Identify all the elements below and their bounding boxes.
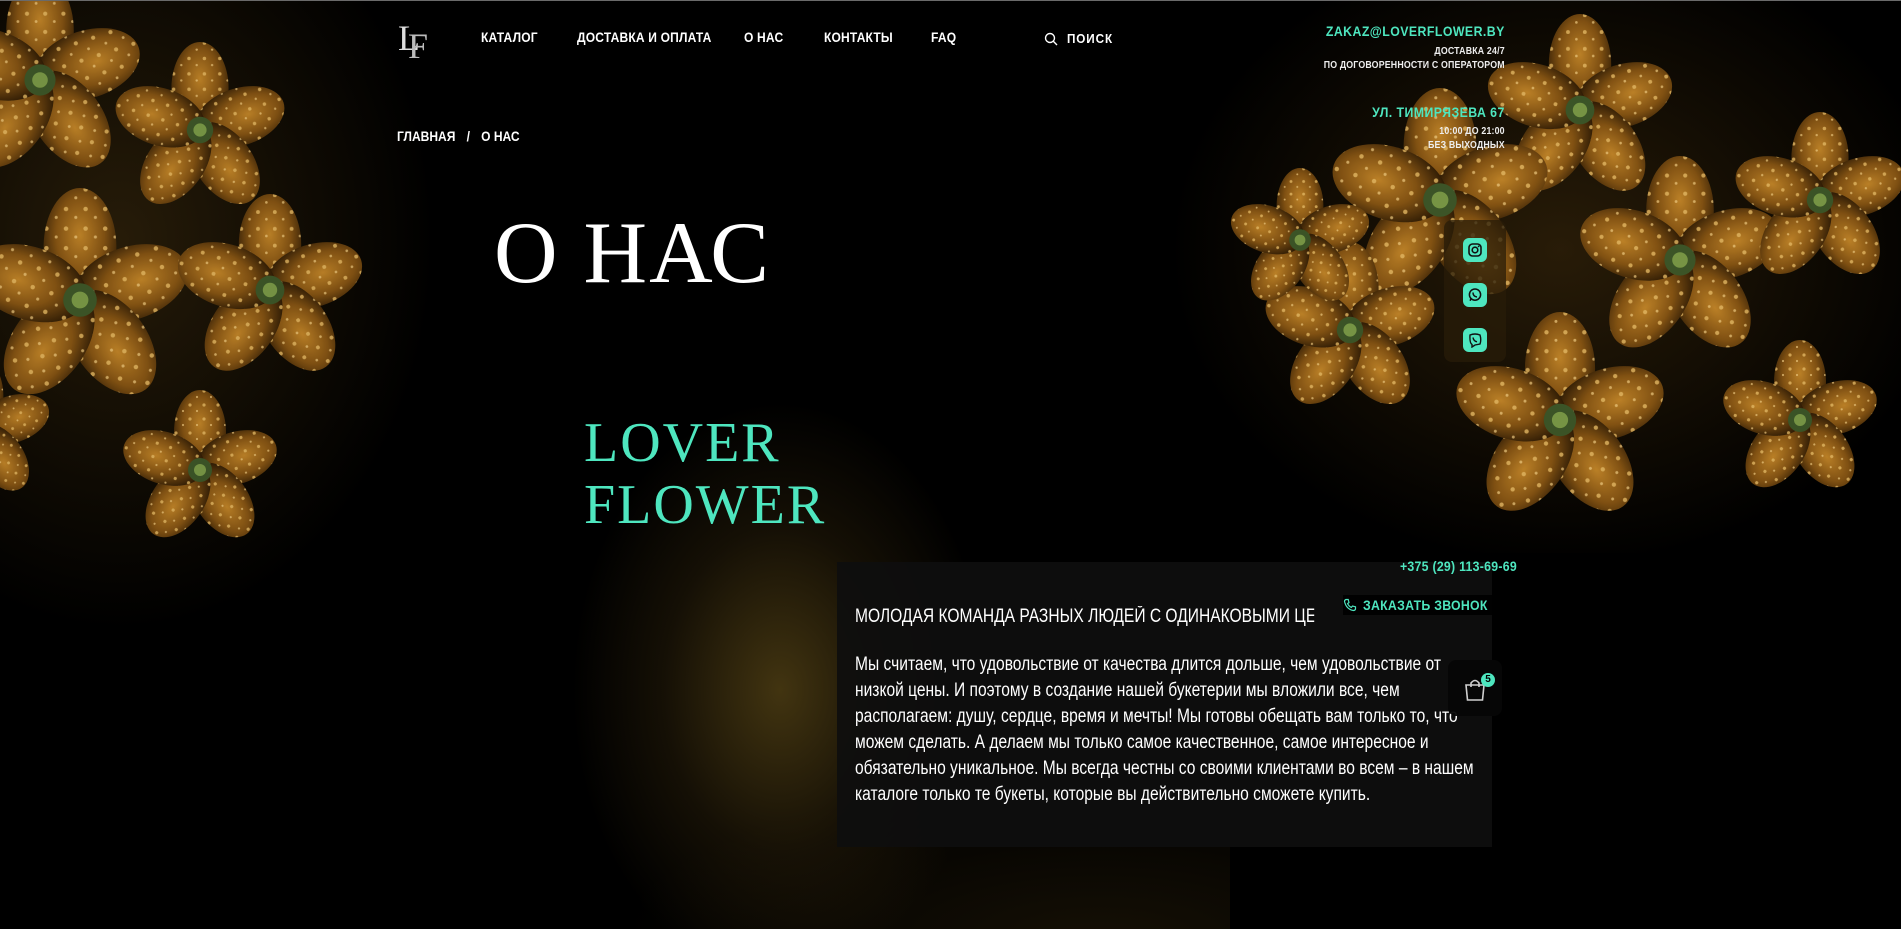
breadcrumb-separator: / (466, 128, 470, 144)
cart-button[interactable]: 5 (1448, 660, 1502, 716)
search-label: ПОИСК (1067, 31, 1114, 46)
nav-item-faq[interactable]: FAQ (931, 29, 956, 45)
nav-item-catalog[interactable]: КАТАЛОГ (481, 29, 538, 45)
phone-icon (1343, 598, 1357, 612)
contact-email-block: ZAKAZ@LOVERFLOWER.BY ДОСТАВКА 24/7 ПО ДО… (1299, 23, 1505, 73)
address[interactable]: УЛ. ТИМИРЯЗЕВА 67 (1372, 104, 1505, 120)
opening-hours: 10:00 ДО 21:00 (1439, 126, 1505, 137)
breadcrumb: ГЛАВНАЯ / О НАС (397, 128, 520, 144)
search-button[interactable]: ПОИСК (1044, 31, 1118, 46)
viber-icon[interactable] (1463, 328, 1487, 352)
about-text: Мы считаем, что удовольствие от качества… (855, 654, 1474, 805)
callback-label: ЗАКАЗАТЬ ЗВОНОК (1363, 597, 1488, 613)
contact-email[interactable]: ZAKAZ@LOVERFLOWER.BY (1324, 23, 1505, 39)
nav-item-contacts[interactable]: КОНТАКТЫ (824, 29, 893, 45)
instagram-icon[interactable] (1463, 238, 1487, 262)
contact-address-block: УЛ. ТИМИРЯЗЕВА 67 10:00 ДО 21:00 БЕЗ ВЫХ… (1354, 104, 1505, 153)
search-icon (1044, 32, 1058, 45)
breadcrumb-current: О НАС (481, 128, 520, 144)
brand-name-line1: LOVER (584, 412, 781, 474)
brand-name-line2: FLOWER (584, 474, 827, 536)
working-days: БЕЗ ВЫХОДНЫХ (1428, 140, 1505, 151)
delivery-note: ПО ДОГОВОРЕННОСТИ С ОПЕРАТОРОМ (1323, 60, 1505, 71)
svg-text:F: F (408, 26, 428, 62)
nav-item-about[interactable]: О НАС (744, 29, 783, 45)
brand-name: LOVER FLOWER (584, 412, 826, 536)
top-border (0, 0, 1901, 1)
phone-number[interactable]: +375 (29) 113-69-69 (1400, 558, 1517, 574)
nav-item-delivery[interactable]: ДОСТАВКА И ОПЛАТА (577, 29, 711, 45)
breadcrumb-home[interactable]: ГЛАВНАЯ (397, 128, 455, 144)
social-links (1444, 220, 1506, 362)
about-page: L F КАТАЛОГ ДОСТАВКА И ОПЛАТА О НАС КОНТ… (0, 0, 1901, 929)
cart-count-badge: 5 (1481, 673, 1495, 687)
callback-button[interactable]: ЗАКАЗАТЬ ЗВОНОК (1343, 595, 1509, 615)
brand-logo[interactable]: L F (398, 16, 432, 62)
about-heading: МОЛОДАЯ КОМАНДА РАЗНЫХ ЛЮДЕЙ С ОДИНАКОВЫ… (855, 606, 1315, 627)
page-title: О НАС (494, 205, 771, 302)
delivery-info: ДОСТАВКА 24/7 (1434, 46, 1505, 57)
whatsapp-icon[interactable] (1463, 283, 1487, 307)
